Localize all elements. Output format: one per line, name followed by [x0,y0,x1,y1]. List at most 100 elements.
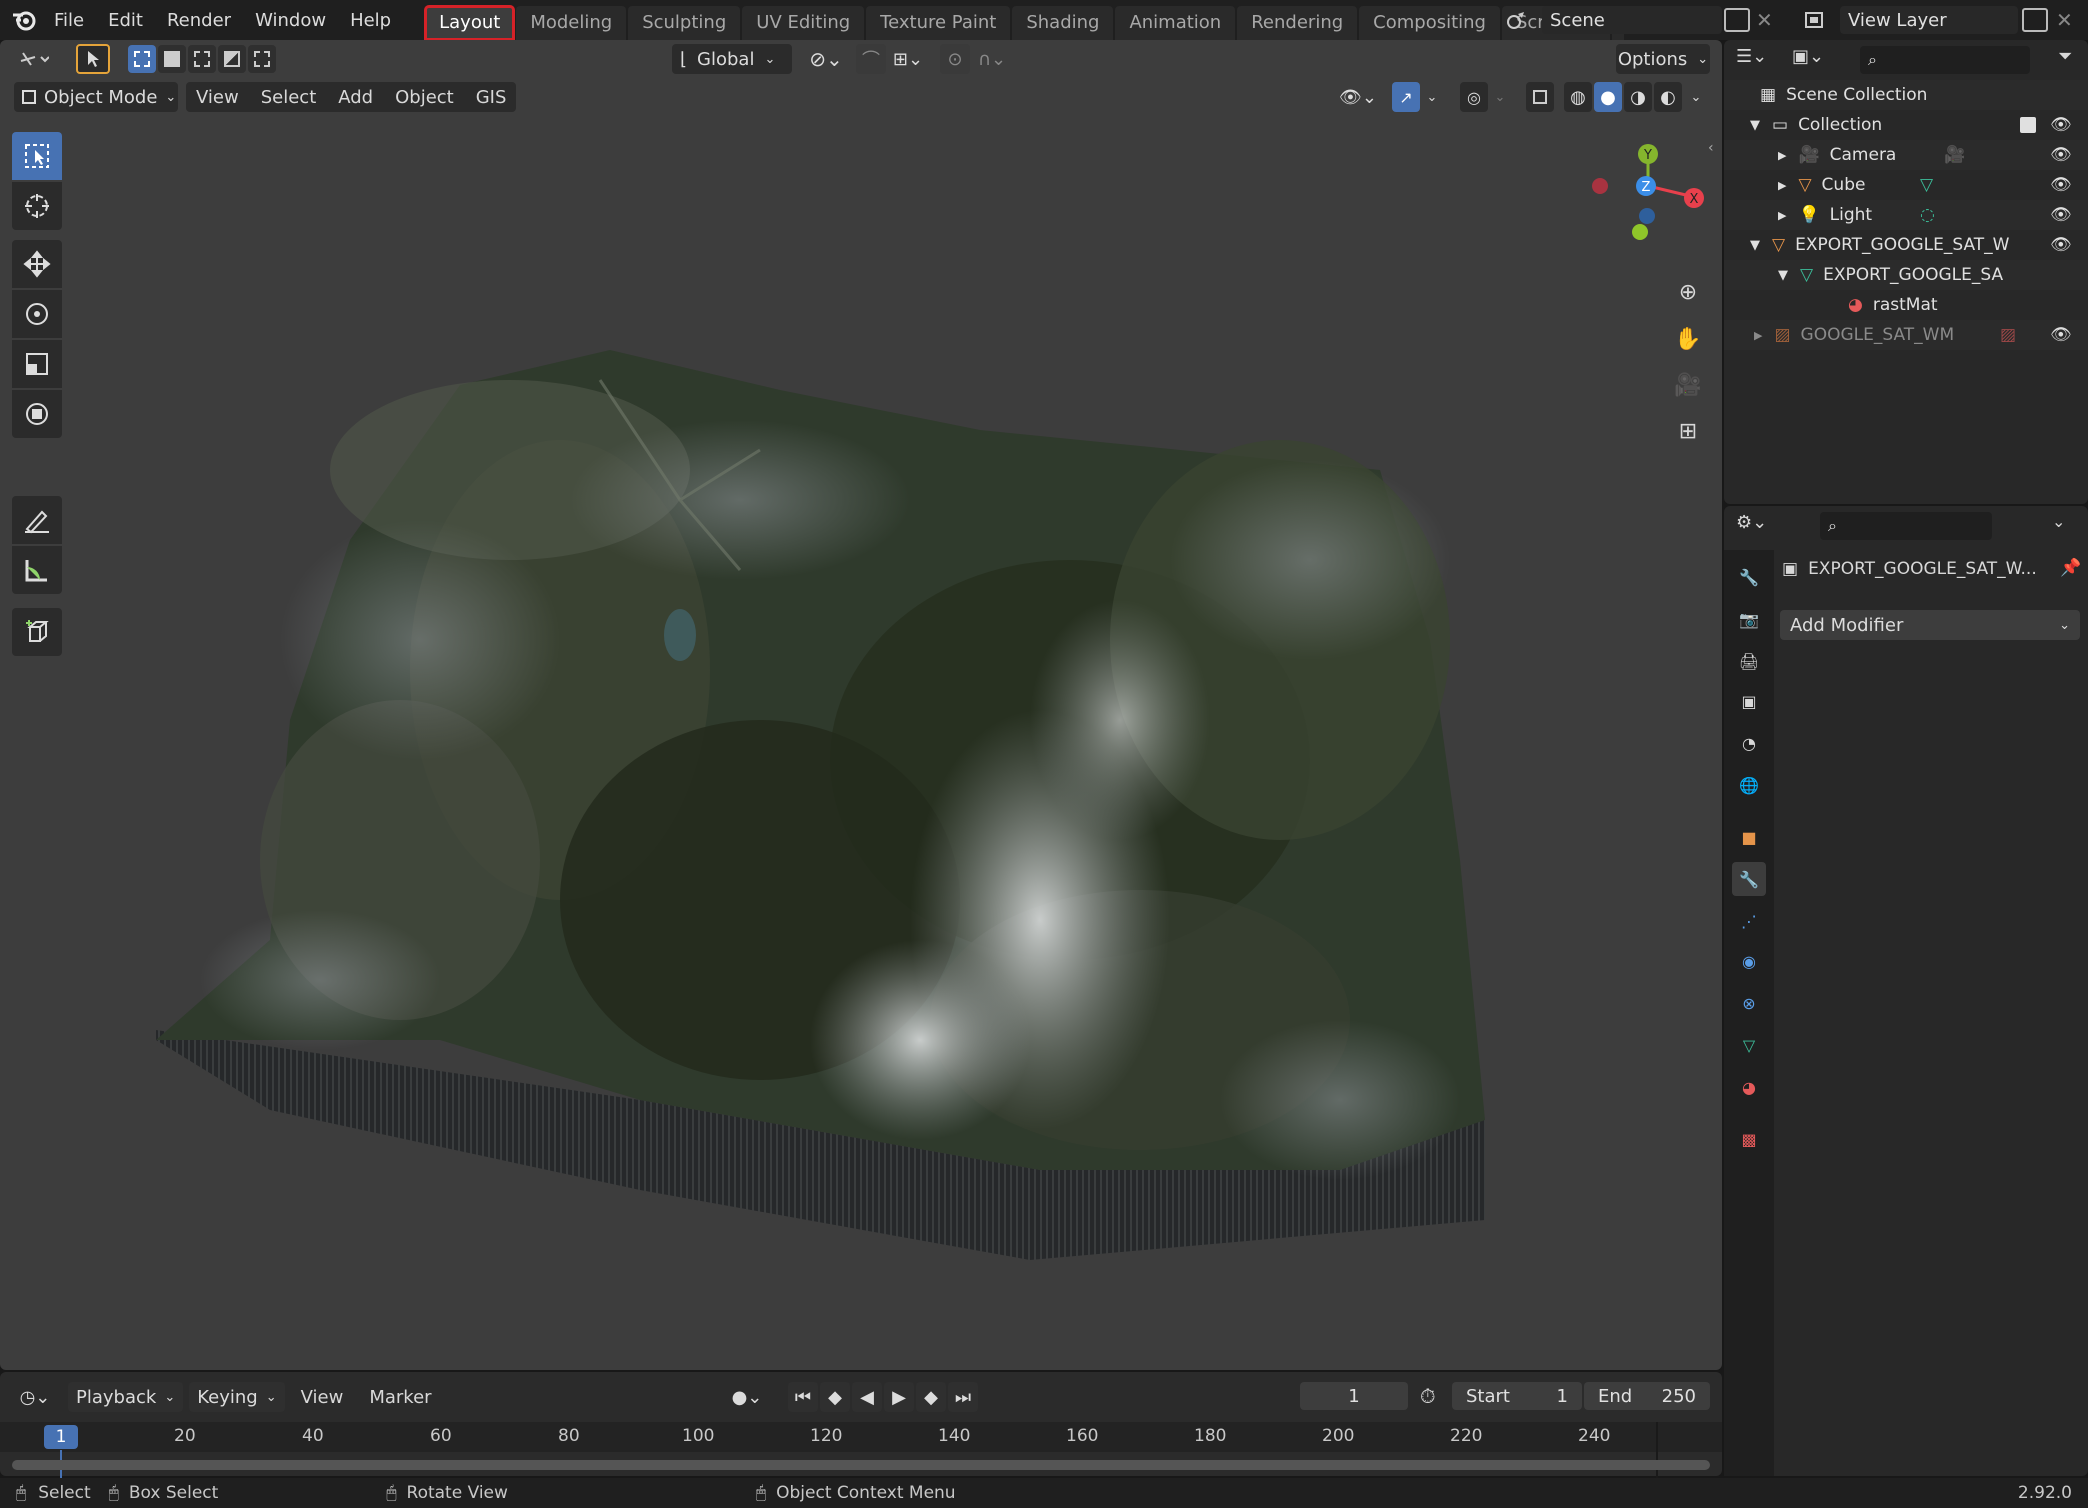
outliner-editor-type-icon[interactable]: ☰⌄ [1736,46,1767,67]
sidebar-toggle-icon[interactable]: ‹ [1708,140,1714,156]
cursor-tool-icon[interactable] [12,182,62,230]
xray-toggle-icon[interactable] [1526,82,1554,112]
constraints-properties-icon[interactable]: ⊗ [1732,986,1766,1020]
auto-keying-icon[interactable]: ●⌄ [718,1382,776,1412]
navigation-gizmo[interactable]: Y Z X [1580,140,1710,290]
eye-icon[interactable]: 👁 [2050,235,2072,255]
material-properties-icon[interactable]: ◕ [1732,1070,1766,1104]
select-intersect-icon[interactable] [248,45,276,73]
falloff-icon[interactable]: ∩⌄ [972,44,1012,74]
new-scene-icon[interactable] [1724,8,1750,32]
tab-layout[interactable]: Layout [424,5,516,41]
overlay-toggle-icon[interactable]: ◎ [1460,82,1488,112]
select-box-tool-icon[interactable] [12,132,62,180]
perspective-grid-icon[interactable]: ⊞ [1668,411,1708,451]
timeline-editor-type-icon[interactable]: ◷⌄ [12,1382,58,1412]
chevron-down-icon[interactable]: ⌄ [1686,82,1706,112]
tab-rendering[interactable]: Rendering [1237,6,1358,40]
3d-viewport[interactable]: ⌊ Global ⌄ ⊘⌄ ⌒ ⊞⌄ ⊙ ∩⌄ Options ⌄ Object… [0,40,1722,1370]
add-modifier-dropdown[interactable]: Add Modifier ⌄ [1780,610,2080,640]
chevron-down-icon[interactable]: ⌄ [1422,82,1442,112]
tool-properties-icon[interactable]: 🔧 [1732,560,1766,594]
modifier-properties-icon[interactable]: 🔧 [1732,862,1766,896]
select-extend-icon[interactable] [158,45,186,73]
menu-file[interactable]: File [42,10,96,31]
outliner-row-image[interactable]: ▶ ▨ GOOGLE_SAT_WM ▨ 👁 [1724,320,2088,350]
menu-playback[interactable]: Playback ⌄ [68,1382,184,1412]
outliner-row-material[interactable]: ◕ rastMat [1724,290,2088,320]
eye-icon[interactable]: 👁 [2050,175,2072,195]
eye-icon[interactable]: 👁 [2050,325,2072,345]
transform-orientation-dropdown[interactable]: ⌊ Global ⌄ [672,44,792,74]
current-frame-field[interactable]: 1 [1300,1382,1408,1410]
next-keyframe-icon[interactable]: ◆ [916,1382,946,1412]
select-new-icon[interactable] [128,45,156,73]
display-mode-icon[interactable]: ▣⌄ [1792,46,1824,67]
outliner-row-export-object[interactable]: ▼ ▽ EXPORT_GOOGLE_SAT_W 👁 [1724,230,2088,260]
expand-icon[interactable]: ▼ [1750,238,1760,253]
frame-ruler[interactable]: 1 20 40 60 80 100 120 140 160 180 200 22… [0,1422,1722,1494]
select-subtract-icon[interactable] [188,45,216,73]
particles-properties-icon[interactable]: ⋰ [1732,904,1766,938]
menu-view[interactable]: View [186,87,249,108]
tab-texture-paint[interactable]: Texture Paint [866,6,1011,40]
wireframe-shading-icon[interactable]: ◍ [1564,82,1592,112]
eye-icon[interactable]: 👁 [2050,205,2072,225]
zoom-icon[interactable]: ⊕ [1668,272,1708,312]
properties-search-input[interactable]: ⌕ [1820,512,1992,540]
object-properties-icon[interactable]: ■ [1732,820,1766,854]
menu-select[interactable]: Select [251,87,327,108]
outliner-row-light[interactable]: ▶ 💡 Light ◌ 👁 [1724,200,2088,230]
checkbox-icon[interactable] [2020,117,2036,133]
expand-icon[interactable]: ▶ [1778,149,1786,162]
menu-keying[interactable]: Keying ⌄ [189,1382,285,1412]
outliner-row-cube[interactable]: ▶ ▽ Cube ▽ 👁 [1724,170,2088,200]
menu-render[interactable]: Render [155,10,243,31]
start-frame-field[interactable]: Start 1 [1452,1382,1582,1410]
playhead-frame[interactable]: 1 [44,1425,78,1449]
scale-tool-icon[interactable] [12,340,62,388]
expand-icon[interactable]: ▶ [1778,209,1786,222]
expand-icon[interactable]: ▼ [1750,118,1760,133]
solid-shading-icon[interactable]: ● [1594,82,1622,112]
camera-view-icon[interactable]: 🎥 [1668,365,1708,405]
measure-tool-icon[interactable] [12,546,62,594]
view-layer-icon[interactable] [1792,6,1838,34]
physics-properties-icon[interactable]: ◉ [1732,944,1766,978]
outliner-row-export-mesh[interactable]: ▼ ▽ EXPORT_GOOGLE_SA [1724,260,2088,290]
menu-object[interactable]: Object [385,87,464,108]
mode-dropdown[interactable]: Object Mode ⌄ [14,82,178,112]
tab-animation[interactable]: Animation [1115,6,1236,40]
editor-type-icon[interactable] [10,44,58,74]
expand-icon[interactable]: ▼ [1778,268,1788,283]
scene-name-field[interactable]: Scene [1542,6,1722,34]
close-view-layer-icon[interactable]: ✕ [2056,8,2073,32]
new-view-layer-icon[interactable] [2022,8,2048,32]
eye-icon[interactable]: 👁 [2050,145,2072,165]
blender-logo-icon[interactable] [6,0,42,40]
chevron-down-icon[interactable]: ⌄ [2052,512,2065,531]
select-tool-icon[interactable] [76,44,110,74]
snap-toggle-icon[interactable]: ⌒ [856,44,886,74]
scene-properties-icon[interactable]: ◔ [1732,726,1766,760]
tab-compositing[interactable]: Compositing [1359,6,1500,40]
scene-selector-icon[interactable] [1494,6,1540,34]
timeline-scrollbar[interactable] [12,1460,1710,1470]
properties-editor-type-icon[interactable]: ⚙⌄ [1736,512,1767,533]
annotate-tool-icon[interactable] [12,496,62,544]
menu-marker[interactable]: Marker [359,1387,441,1408]
outliner-search-input[interactable]: ⌕ [1860,46,2030,74]
prev-keyframe-icon[interactable]: ◆ [820,1382,850,1412]
play-icon[interactable]: ▶ [884,1382,914,1412]
menu-edit[interactable]: Edit [96,10,155,31]
view-layer-properties-icon[interactable]: ▣ [1732,684,1766,718]
outliner-row-scene-collection[interactable]: ▦ Scene Collection [1724,80,2088,110]
render-properties-icon[interactable]: 📷 [1732,602,1766,636]
pivot-point-icon[interactable]: ⊘⌄ [804,44,848,74]
view-layer-field[interactable]: View Layer [1840,6,2018,34]
options-dropdown[interactable]: Options ⌄ [1616,44,1710,74]
stopwatch-icon[interactable]: ⏱ [1420,1384,1436,1408]
output-properties-icon[interactable]: 🖨 [1732,644,1766,678]
pan-hand-icon[interactable]: ✋ [1668,319,1708,359]
world-properties-icon[interactable]: 🌐 [1732,768,1766,802]
